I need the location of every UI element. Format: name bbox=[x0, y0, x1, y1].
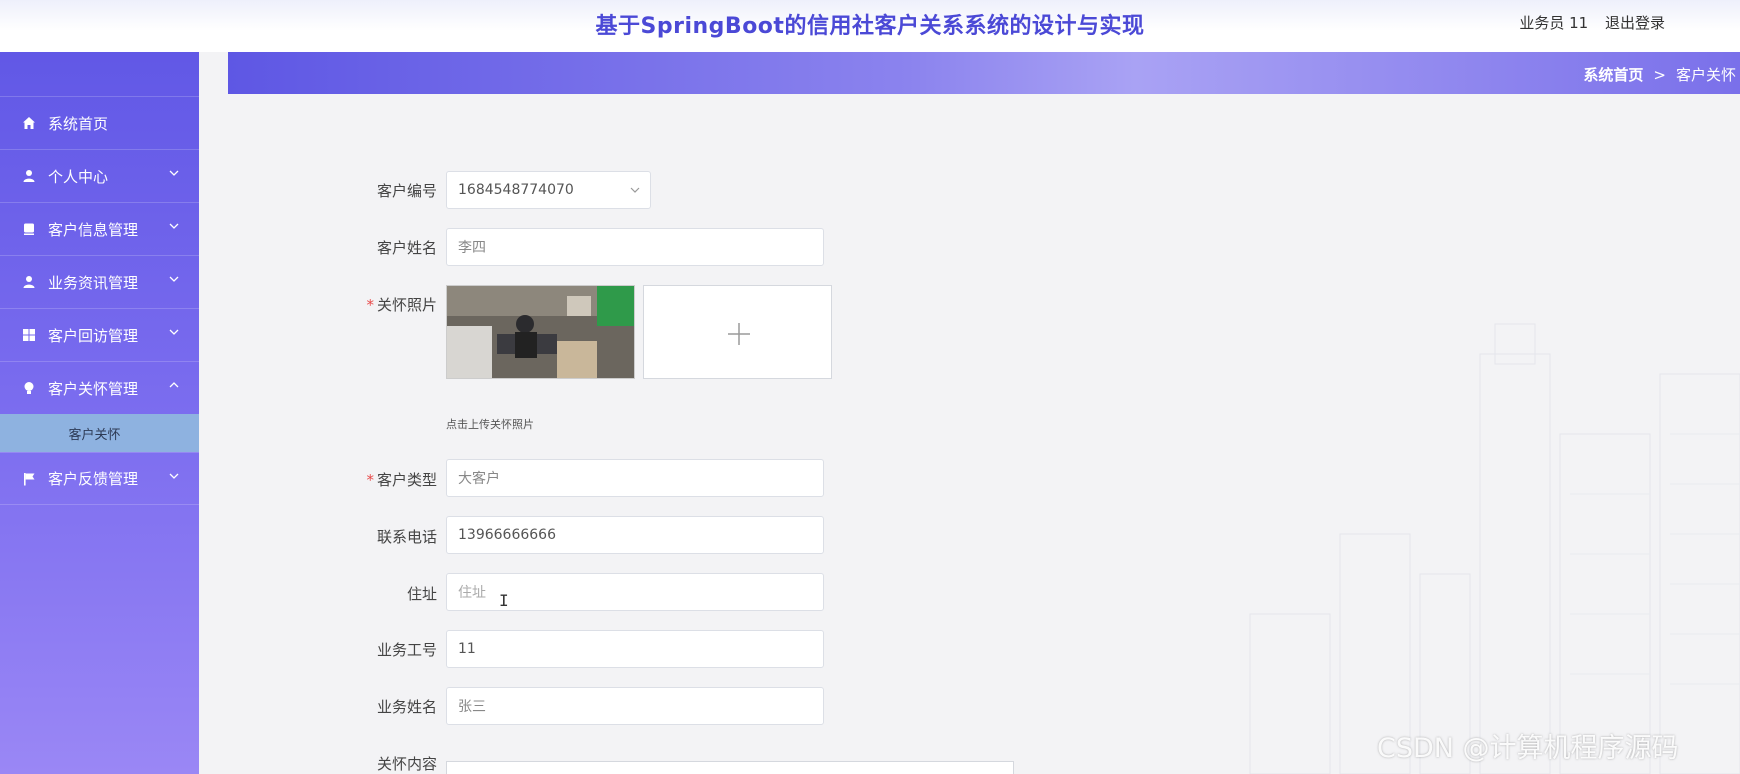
customer-name-label: 客户姓名 bbox=[376, 239, 437, 257]
csdn-watermark: CSDN @计算机程序源码 bbox=[1377, 733, 1679, 764]
breadcrumb-separator: > bbox=[1653, 66, 1666, 84]
grid-icon bbox=[22, 328, 36, 342]
staff-id-input[interactable]: 11 bbox=[446, 630, 824, 668]
customer-type-value: 大客户 bbox=[458, 471, 500, 487]
staff-id-label: 业务工号 bbox=[376, 641, 437, 659]
sidebar: 系统首页 个人中心 客户信息管理 业务资讯管理 客户回访管理 客户关怀管理 客户… bbox=[0, 52, 199, 774]
sidebar-item-personal[interactable]: 个人中心 bbox=[0, 149, 199, 202]
user-area: 业务员 11 退出登录 bbox=[1507, 12, 1665, 33]
user-icon bbox=[22, 169, 36, 183]
text-cursor-icon: I bbox=[499, 591, 509, 610]
plus-icon bbox=[728, 323, 750, 345]
flag-icon bbox=[22, 472, 36, 486]
phone-label: 联系电话 bbox=[376, 528, 437, 546]
staff-name-label: 业务姓名 bbox=[376, 698, 437, 716]
sidebar-item-label: 个人中心 bbox=[48, 167, 109, 186]
chevron-down-icon bbox=[169, 223, 179, 229]
chevron-up-icon bbox=[169, 382, 179, 388]
bulb-icon bbox=[22, 381, 36, 395]
sidebar-item-feedback[interactable]: 客户反馈管理 bbox=[0, 452, 199, 505]
customer-id-label: 客户编号 bbox=[376, 182, 437, 200]
app-title: 基于SpringBoot的信用社客户关系系统的设计与实现 bbox=[595, 14, 1145, 39]
logout-link[interactable]: 退出登录 bbox=[1605, 14, 1665, 32]
sidebar-item-revisit[interactable]: 客户回访管理 bbox=[0, 308, 199, 361]
sidebar-item-label: 客户信息管理 bbox=[48, 220, 139, 239]
sidebar-item-label: 客户反馈管理 bbox=[48, 470, 139, 488]
customer-type-label-text: 客户类型 bbox=[376, 471, 437, 489]
photo-label-text: 关怀照片 bbox=[376, 296, 437, 314]
breadcrumb-home[interactable]: 系统首页 bbox=[1583, 66, 1643, 84]
photo-label: * 关怀照片 bbox=[199, 294, 437, 315]
card-icon bbox=[22, 222, 36, 236]
chevron-down-icon bbox=[630, 187, 640, 193]
sidebar-item-label: 客户关怀管理 bbox=[48, 379, 139, 398]
sidebar-item-label: 业务资讯管理 bbox=[48, 273, 139, 292]
address-label: 住址 bbox=[406, 585, 437, 603]
staff-name-value: 张三 bbox=[458, 699, 486, 715]
phone-input[interactable]: 13966666666 bbox=[446, 516, 824, 554]
top-header: 基于SpringBoot的信用社客户关系系统的设计与实现 业务员 11 退出登录 bbox=[0, 0, 1740, 52]
sidebar-subitem-customer-care[interactable]: 客户关怀 bbox=[0, 414, 199, 452]
care-photo-thumbnail[interactable] bbox=[446, 285, 635, 379]
sidebar-header bbox=[0, 52, 199, 96]
chevron-down-icon bbox=[169, 170, 179, 176]
phone-value: 13966666666 bbox=[458, 527, 556, 543]
sidebar-item-care[interactable]: 客户关怀管理 bbox=[0, 361, 199, 414]
customer-type-input[interactable]: 大客户 bbox=[446, 459, 824, 497]
staff-name-input[interactable]: 张三 bbox=[446, 687, 824, 725]
user-label: 业务员 11 bbox=[1519, 14, 1589, 32]
sidebar-item-home[interactable]: 系统首页 bbox=[0, 96, 199, 149]
staff-id-value: 11 bbox=[458, 641, 476, 657]
home-icon bbox=[22, 116, 36, 130]
breadcrumb-current: 客户关怀 bbox=[1675, 66, 1736, 84]
care-photo-image bbox=[447, 286, 634, 378]
photo-upload-button[interactable] bbox=[643, 285, 832, 379]
customer-type-label: * 客户类型 bbox=[199, 469, 437, 490]
sidebar-item-customer-info[interactable]: 客户信息管理 bbox=[0, 202, 199, 255]
breadcrumb: 系统首页 > 客户关怀 bbox=[1583, 64, 1736, 85]
chevron-down-icon bbox=[169, 329, 179, 335]
customer-id-value: 1684548774070 bbox=[458, 182, 574, 198]
customer-id-select[interactable]: 1684548774070 bbox=[446, 171, 651, 209]
chevron-down-icon bbox=[169, 276, 179, 282]
customer-name-value: 李四 bbox=[458, 240, 486, 256]
photo-upload-hint: 点击上传关怀照片 bbox=[446, 418, 534, 431]
sidebar-item-label: 客户回访管理 bbox=[48, 326, 139, 345]
sidebar-item-business-news[interactable]: 业务资讯管理 bbox=[0, 255, 199, 308]
breadcrumb-bar: 系统首页 > 客户关怀 bbox=[228, 52, 1740, 94]
city-skyline-background bbox=[1249, 323, 1740, 774]
content-label: 关怀内容 bbox=[376, 755, 437, 773]
chevron-down-icon bbox=[169, 473, 179, 479]
sidebar-item-label: 系统首页 bbox=[48, 114, 109, 133]
address-placeholder: 住址 bbox=[458, 585, 486, 601]
content-textarea[interactable] bbox=[446, 761, 1014, 774]
required-mark: * bbox=[366, 471, 374, 489]
person-icon bbox=[22, 275, 36, 289]
customer-name-input[interactable]: 李四 bbox=[446, 228, 824, 266]
required-mark: * bbox=[366, 296, 374, 314]
